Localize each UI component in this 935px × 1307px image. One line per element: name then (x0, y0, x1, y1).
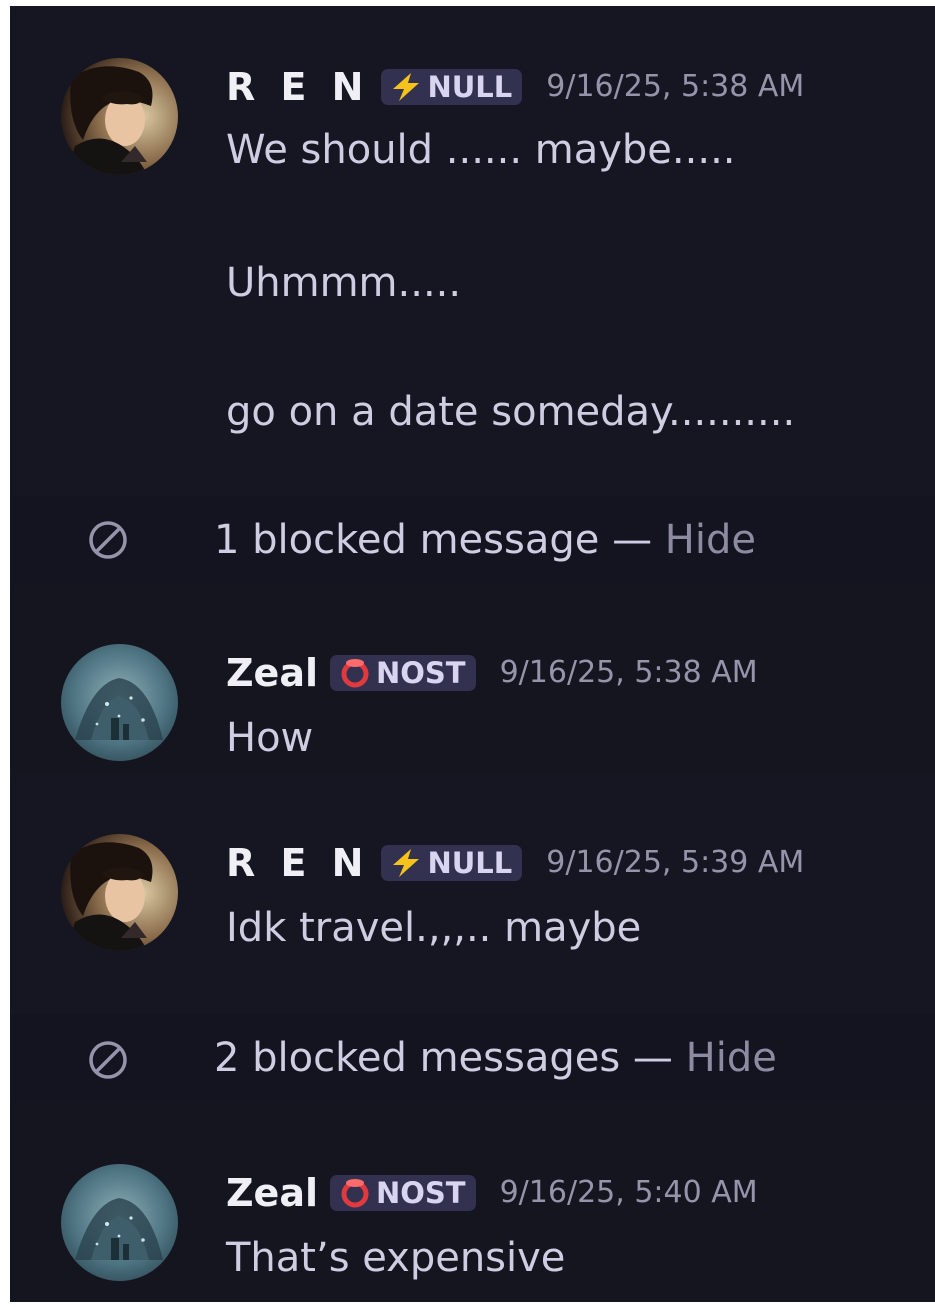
message-text: Idk travel.,,,.. maybe (226, 905, 642, 951)
avatar-zeal[interactable] (61, 644, 178, 761)
message-text: We should ...... maybe..... (226, 127, 736, 173)
message-group-ren-2: R E N NULL 9/16/25, 5:39 AM Idk travel.,… (10, 774, 935, 1014)
message-group-ren-1: R E N NULL 9/16/25, 5:38 AM We should ..… (10, 6, 935, 496)
separator: — (599, 517, 665, 563)
message-timestamp[interactable]: 9/16/25, 5:40 AM (500, 1178, 758, 1208)
hide-blocked-button[interactable]: Hide (686, 1035, 777, 1081)
blocked-icon (89, 521, 127, 559)
avatar-ren[interactable] (61, 834, 178, 951)
username-ren[interactable]: R E N (226, 68, 369, 106)
avatar-ren[interactable] (61, 58, 178, 175)
username-zeal[interactable]: Zeal (226, 1174, 318, 1212)
blocked-messages-notice: 1 blocked message — Hide (10, 496, 935, 584)
message-header: Zeal NOST 9/16/25, 5:40 AM (226, 1168, 758, 1218)
username-zeal[interactable]: Zeal (226, 654, 318, 692)
message-header: R E N NULL 9/16/25, 5:39 AM (226, 838, 804, 888)
avatar-zeal[interactable] (61, 1164, 178, 1281)
red-pacifier-icon (338, 1178, 372, 1208)
tag-label: NULL (427, 845, 513, 880)
red-pacifier-icon (338, 658, 372, 688)
message-text: That’s expensive (226, 1235, 566, 1281)
tag-label: NOST (376, 655, 466, 690)
blocked-icon (89, 1041, 127, 1079)
tag-label: NULL (427, 69, 513, 104)
lightning-bolt-icon (389, 72, 423, 102)
tag-badge-nost[interactable]: NOST (330, 1175, 476, 1211)
message-header: R E N NULL 9/16/25, 5:38 AM (226, 62, 804, 112)
blocked-count-text: 2 blocked messages (214, 1035, 621, 1081)
message-header: Zeal NOST 9/16/25, 5:38 AM (226, 648, 758, 698)
blocked-messages-notice: 2 blocked messages — Hide (10, 1014, 935, 1102)
message-text: How (226, 715, 314, 761)
username-ren[interactable]: R E N (226, 844, 369, 882)
message-timestamp[interactable]: 9/16/25, 5:38 AM (500, 658, 758, 688)
tag-label: NOST (376, 1175, 466, 1210)
hide-blocked-button[interactable]: Hide (665, 517, 756, 563)
blocked-count-text: 1 blocked message (214, 517, 600, 563)
message-group-zeal-1: Zeal NOST 9/16/25, 5:38 AM How (10, 584, 935, 774)
tag-badge-nost[interactable]: NOST (330, 655, 476, 691)
lightning-bolt-icon (389, 848, 423, 878)
message-timestamp[interactable]: 9/16/25, 5:38 AM (546, 72, 804, 102)
message-text: go on a date someday.......... (226, 389, 796, 435)
tag-badge-null[interactable]: NULL (381, 69, 523, 105)
message-text: Uhmmm..... (226, 260, 462, 306)
chat-message-list: R E N NULL 9/16/25, 5:38 AM We should ..… (10, 6, 935, 1302)
message-timestamp[interactable]: 9/16/25, 5:39 AM (546, 848, 804, 878)
tag-badge-null[interactable]: NULL (381, 845, 523, 881)
separator: — (620, 1035, 686, 1081)
message-group-zeal-2: Zeal NOST 9/16/25, 5:40 AM That’s expens… (10, 1102, 935, 1302)
